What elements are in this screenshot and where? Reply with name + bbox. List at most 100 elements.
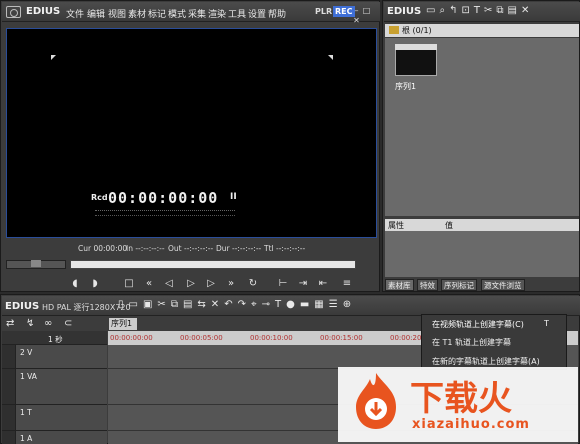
bin-title: EDIUS xyxy=(387,6,422,17)
link-icon[interactable]: ⊸ xyxy=(262,300,270,310)
track-1a[interactable]: 1 A xyxy=(2,431,107,444)
track-side xyxy=(2,369,16,404)
ruler-label: 00:00:00:00 xyxy=(110,334,153,342)
edius-logo-icon xyxy=(6,6,21,18)
tc-ttl: Ttl --:--:--:-- xyxy=(264,244,306,253)
track-1t[interactable]: 1 T xyxy=(2,405,107,431)
step-forward-icon[interactable]: ▷ xyxy=(204,278,218,290)
stop-icon[interactable]: □ xyxy=(122,278,136,290)
safe-area-corner-tl xyxy=(51,55,56,60)
menu-clip[interactable]: 素材 xyxy=(128,7,146,20)
bin-toolbar: ▭ ⌕ ↰ ⊡ T ✂ ⧉ ▤ ✕ xyxy=(426,6,533,16)
jog-handle[interactable] xyxy=(31,260,41,267)
mode-icon[interactable]: ⇄ xyxy=(6,319,14,329)
plr-toggle[interactable]: PLR xyxy=(315,7,332,16)
copy-icon[interactable]: ⧉ xyxy=(496,6,503,16)
new-sequence-icon[interactable]: ▯ xyxy=(118,300,124,310)
rewind-icon[interactable]: « xyxy=(142,278,156,290)
rec-label: Rcd xyxy=(91,193,108,202)
track-2v[interactable]: 2 V xyxy=(2,345,107,369)
clip-label: 序列1 xyxy=(395,82,417,91)
menu-help[interactable]: 帮助 xyxy=(268,7,286,20)
menu-marker[interactable]: 标记 xyxy=(148,7,166,20)
maximize-icon[interactable]: □ xyxy=(362,6,371,15)
insert-icon[interactable]: ⊢ xyxy=(276,278,290,290)
properties-area xyxy=(385,231,579,277)
up-folder-icon[interactable]: ↰ xyxy=(449,6,457,16)
scale-row: 1 秒 xyxy=(2,331,107,345)
save-icon[interactable]: ▣ xyxy=(143,300,152,310)
tab-effects[interactable]: 特效 xyxy=(417,279,438,291)
group-icon[interactable]: ⊂ xyxy=(64,319,72,329)
tab-source-browser[interactable]: 源文件浏览 xyxy=(481,279,525,291)
paste-icon[interactable]: ▤ xyxy=(183,300,192,310)
replace-icon[interactable]: ⇤ xyxy=(316,278,330,290)
link-clips-icon[interactable]: ∞ xyxy=(44,319,52,329)
fast-forward-icon[interactable]: » xyxy=(224,278,238,290)
marker-icon[interactable]: ⌖ xyxy=(251,300,257,310)
position-slider[interactable] xyxy=(70,260,356,269)
bin-clip-area[interactable]: 序列1 xyxy=(385,38,579,216)
player-menubar: EDIUS 文件 编辑 视图 素材 标记 模式 采集 渲染 工具 设置 帮助 P… xyxy=(2,2,380,25)
menu-capture[interactable]: 采集 xyxy=(188,7,206,20)
open-clip-icon[interactable]: ⊡ xyxy=(461,6,469,16)
timeline-settings-icon[interactable]: ⊕ xyxy=(343,300,351,310)
tab-bin[interactable]: 素材库 xyxy=(385,279,414,291)
step-back-icon[interactable]: ◁ xyxy=(162,278,176,290)
paste-icon[interactable]: ▤ xyxy=(507,6,516,16)
watermark: 下载火 xiazaihuo.com xyxy=(338,367,578,442)
loop-icon[interactable]: ↻ xyxy=(246,278,260,290)
folder-icon[interactable]: ▭ xyxy=(426,6,435,16)
mic-icon[interactable]: ● xyxy=(286,300,295,310)
search-icon[interactable]: ⌕ xyxy=(439,6,445,16)
overwrite-icon[interactable]: ⇥ xyxy=(296,278,310,290)
timecode-underline-2 xyxy=(95,215,235,219)
menu-mode[interactable]: 模式 xyxy=(168,7,186,20)
render-icon[interactable]: ▬ xyxy=(300,300,309,310)
properties-header: 属性 值 xyxy=(385,219,579,231)
menu-settings[interactable]: 设置 xyxy=(248,7,266,20)
add-title-icon[interactable]: T xyxy=(474,6,480,16)
bin-folder-bar[interactable]: 根 (0/1) xyxy=(385,24,579,37)
sync-icon[interactable]: ↯ xyxy=(26,319,34,329)
tc-dur: Dur --:--:--:-- xyxy=(216,244,262,253)
minimize-icon[interactable]: – xyxy=(352,6,361,15)
title-icon[interactable]: T xyxy=(275,300,281,310)
play-icon[interactable]: ▷ xyxy=(184,278,198,290)
preview-monitor[interactable]: Rcd 00:00:00:00 II xyxy=(6,28,377,238)
tc-in: In --:--:--:-- xyxy=(126,244,165,253)
window-buttons: – □✕ xyxy=(352,6,380,26)
timeline-scale[interactable]: 1 秒 xyxy=(48,334,63,345)
props-col-attr: 属性 xyxy=(388,221,404,230)
menu-tools[interactable]: 工具 xyxy=(228,7,246,20)
menu-view[interactable]: 视图 xyxy=(108,7,126,20)
ripple-icon[interactable]: ⇆ xyxy=(197,300,205,310)
ruler-label: 00:00:10:00 xyxy=(250,334,293,342)
timeline-toolbar: ▯ ▭ ▣ ✂ ⧉ ▤ ⇆ ✕ ↶ ↷ ⌖ ⊸ T ● ▬ ▦ ☰ ⊕ xyxy=(118,300,356,310)
close-icon[interactable]: ✕ xyxy=(352,16,361,25)
bin-folder-label: 根 (0/1) xyxy=(402,26,432,35)
scrub-row xyxy=(6,259,377,271)
track-1va[interactable]: 1 VA xyxy=(2,369,107,405)
open-project-icon[interactable]: ▭ xyxy=(129,300,138,310)
menu-create-title-t1[interactable]: 在 T1 轨道上创建字幕 xyxy=(432,337,511,348)
menu-render[interactable]: 渲染 xyxy=(208,7,226,20)
mixer-icon[interactable]: ☰ xyxy=(329,300,338,310)
tab-sequence-marker[interactable]: 序列标记 xyxy=(441,279,477,291)
sequence-tab[interactable]: 序列1 xyxy=(109,318,137,330)
redo-icon[interactable]: ↷ xyxy=(238,300,246,310)
menu-edit[interactable]: 编辑 xyxy=(87,7,105,20)
grid-icon[interactable]: ▦ xyxy=(314,300,323,310)
set-out-icon[interactable]: ◗ xyxy=(88,278,102,290)
delete-icon[interactable]: ✕ xyxy=(211,300,219,310)
copy-icon[interactable]: ⧉ xyxy=(171,300,178,310)
menu-create-title-video-track[interactable]: 在视频轨道上创建字幕(C) xyxy=(432,319,524,330)
cut-icon[interactable]: ✂ xyxy=(484,6,492,16)
set-in-icon[interactable]: ◖ xyxy=(68,278,82,290)
menu-create-title-new-track[interactable]: 在新的字幕轨道上创建字幕(A) xyxy=(432,356,540,367)
cut-icon[interactable]: ✂ xyxy=(157,300,165,310)
menu-file[interactable]: 文件 xyxy=(66,7,84,20)
undo-icon[interactable]: ↶ xyxy=(224,300,232,310)
player-options-icon[interactable]: ≡ xyxy=(340,278,354,290)
delete-icon[interactable]: ✕ xyxy=(521,6,529,16)
